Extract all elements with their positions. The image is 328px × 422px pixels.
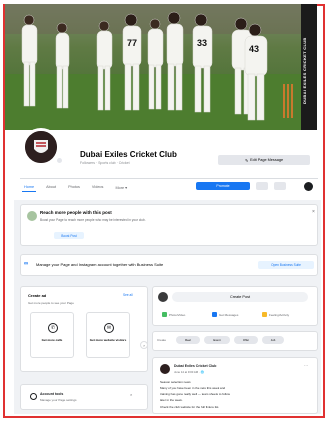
boost-post-button[interactable]: Boost Post	[54, 232, 84, 239]
post-timestamp[interactable]: June 14 at 9:00 AM · 🌐	[174, 370, 204, 374]
post-avatar[interactable]	[160, 364, 170, 374]
get-messages-option[interactable]: Get Messages	[212, 312, 238, 317]
create-label: Create	[157, 338, 167, 342]
tab-more[interactable]: More ▾	[113, 183, 129, 192]
settings-button[interactable]	[274, 182, 286, 190]
feeling-option[interactable]: Feeling/Activity	[262, 312, 289, 317]
header-divider	[20, 178, 318, 179]
close-icon[interactable]: ×	[130, 392, 132, 397]
edit-page-button[interactable]: ✎ Edit Page Message	[218, 155, 310, 165]
tab-photos[interactable]: Photos	[66, 183, 82, 192]
close-icon[interactable]: ×	[312, 209, 315, 215]
feeling-label: Feeling/Activity	[269, 312, 290, 317]
camera-icon[interactable]	[56, 157, 63, 164]
post-text-line: later in the week.	[160, 398, 183, 402]
messenger-icon	[212, 312, 217, 317]
post-text-line: Many of you have been in the nets this w…	[160, 386, 226, 390]
pencil-icon: ✎	[244, 158, 249, 163]
reach-description: Boost your Page to reach more people who…	[40, 218, 146, 222]
get-calls-label: Get more calls	[41, 338, 63, 342]
account-tools-title: Account tools	[40, 392, 64, 396]
create-post-button[interactable]: Create Post	[172, 292, 308, 302]
page-title: Dubai Exiles Cricket Club	[80, 150, 177, 159]
post-author[interactable]: Dubai Exiles Cricket Club	[174, 364, 216, 368]
business-suite-text: Manage your Page and Instagram account t…	[36, 262, 164, 267]
cover-photo[interactable]: 77 33 43 DUBAI EXILES CRICKET CLUB	[5, 4, 317, 130]
cover-side-label: DUBAI EXILES CRICKET CLUB	[302, 37, 307, 104]
shirt-number-43: 43	[249, 44, 259, 54]
see-all-link[interactable]: See all	[123, 293, 133, 297]
tab-videos[interactable]: Videos	[90, 183, 106, 192]
page-tabs: Home About Photos Videos More ▾	[22, 183, 129, 192]
post-text-line: Check the club website for the full fixt…	[160, 405, 220, 409]
get-visitors-card[interactable]: ✉ Get more website visitors	[86, 312, 130, 358]
photo-icon	[162, 312, 167, 317]
page-subtitle: Followers · Sports club · Cricket	[80, 161, 130, 165]
tools-icon	[30, 393, 37, 400]
get-calls-card[interactable]: ✆ Get more calls	[30, 312, 74, 358]
photo-video-option[interactable]: Photo/Video	[162, 312, 185, 317]
phone-icon: ✆	[48, 323, 58, 333]
account-tools-subtitle: Manage your Page settings	[40, 398, 77, 402]
shirt-number-33: 33	[197, 38, 207, 48]
post-text-line: training has gone really well — team she…	[160, 392, 230, 396]
smiley-icon	[262, 312, 267, 317]
search-button[interactable]	[256, 182, 268, 190]
get-messages-label: Get Messages	[219, 312, 239, 317]
post-more-icon[interactable]: ···	[304, 363, 308, 368]
more-options-icon[interactable]	[304, 182, 313, 191]
message-icon: ✉	[104, 323, 114, 333]
audience-icon	[27, 211, 37, 221]
account-tools-card	[20, 384, 148, 410]
cover-image: 77 33 43	[5, 4, 317, 130]
avatar	[158, 292, 168, 302]
photo-video-label: Photo/Video	[169, 312, 186, 317]
page-avatar[interactable]	[22, 128, 60, 166]
chevron-right-icon[interactable]: ›	[140, 341, 148, 349]
post-text-line: Season selection news	[160, 380, 191, 384]
meta-icon: ∞	[24, 261, 28, 267]
create-ad-title: Create ad	[28, 293, 47, 298]
tab-home[interactable]: Home	[22, 183, 37, 192]
promote-button[interactable]: Promote	[196, 182, 250, 190]
chip-offer[interactable]: Offer	[234, 336, 258, 344]
create-ad-subtitle: Get more people to see your Page	[28, 301, 74, 305]
open-business-suite-button[interactable]: Open Business Suite	[258, 261, 314, 269]
chip-event[interactable]: Event	[204, 336, 230, 344]
chip-reel[interactable]: Reel	[176, 336, 200, 344]
get-visitors-label: Get more website visitors	[89, 338, 127, 342]
club-logo-icon	[25, 131, 57, 163]
chip-job[interactable]: Job	[262, 336, 284, 344]
edit-page-label: Edit Page Message	[250, 158, 284, 162]
shirt-number-77: 77	[127, 38, 137, 48]
reach-title: Reach more people with this post	[40, 210, 112, 215]
tab-about[interactable]: About	[44, 183, 58, 192]
cover-side-banner: DUBAI EXILES CRICKET CLUB	[301, 4, 317, 130]
